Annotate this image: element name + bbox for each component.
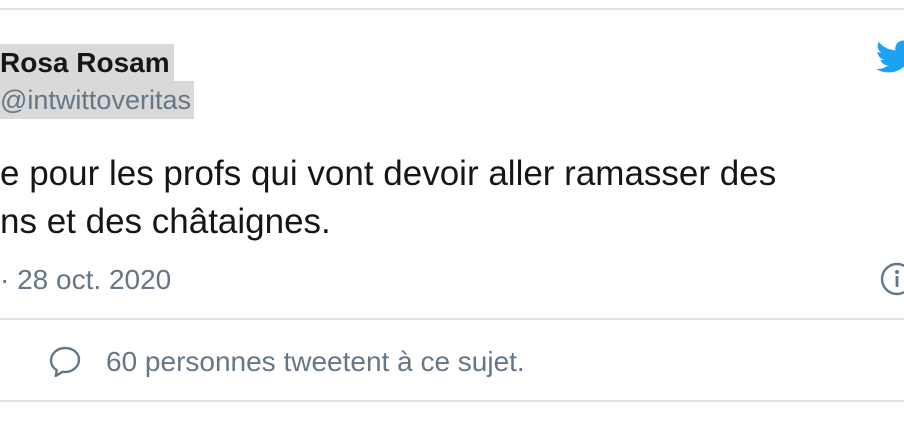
tweet-text-line: ns et des châtaignes. — [0, 202, 331, 241]
top-divider — [0, 8, 904, 10]
bottom-divider — [0, 400, 904, 402]
tweet-text: e pour les profs qui vont devoir aller r… — [0, 150, 776, 246]
tweet-text-line: e pour les profs qui vont devoir aller r… — [0, 154, 777, 193]
author-handle[interactable]: @intwittoveritas — [0, 81, 194, 119]
conversation-label: 60 personnes tweetent à ce sujet. — [106, 346, 525, 377]
speech-bubble-icon — [49, 346, 81, 378]
info-icon[interactable] — [880, 262, 904, 296]
twitter-bird-icon[interactable] — [872, 36, 904, 76]
divider — [0, 318, 904, 320]
author-name[interactable]: Rosa Rosam — [0, 44, 174, 81]
conversation-link[interactable]: 60 personnes tweetent à ce sujet. — [48, 340, 525, 384]
tweet-timestamp[interactable]: · 28 oct. 2020 — [0, 260, 171, 300]
tweet-embed: Rosa Rosam @intwittoveritas e pour les p… — [0, 0, 904, 426]
